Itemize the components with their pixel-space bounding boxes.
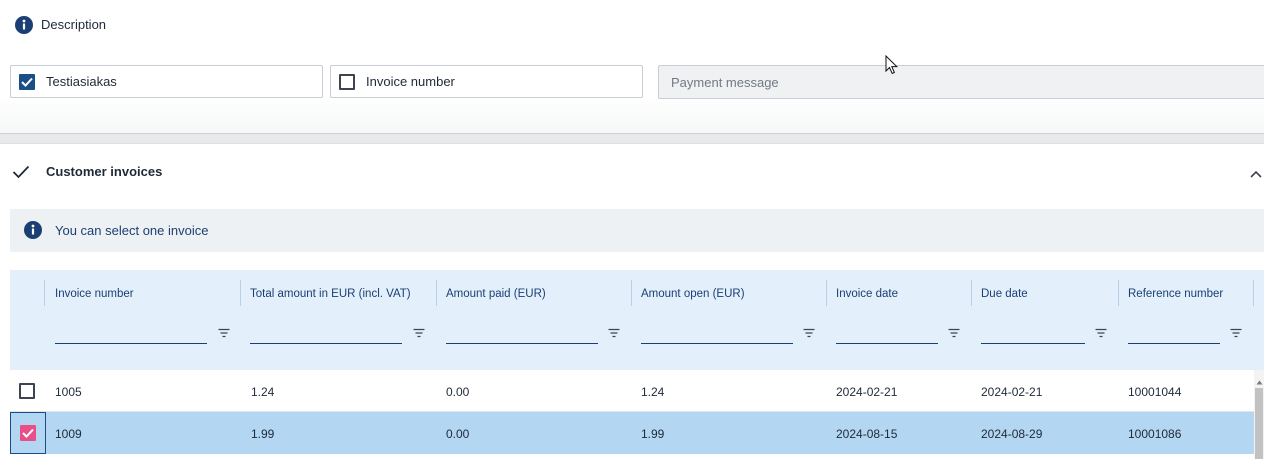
cell-amount-open: 1.24 (641, 385, 665, 399)
cell-invoice-number: 1009 (55, 427, 82, 441)
invoice-number-checkbox[interactable] (339, 74, 355, 90)
invoice-number-column-filter-input[interactable] (55, 343, 207, 344)
cell-total-amount: 1.24 (251, 385, 275, 399)
column-header-invoice-number[interactable]: Invoice number (55, 288, 134, 300)
amount-open-column-filter-input[interactable] (641, 343, 793, 344)
payment-message-placeholder: Payment message (671, 75, 779, 90)
description-title: Description (41, 17, 107, 32)
cell-due-date: 2024-08-29 (981, 427, 1043, 441)
info-icon (15, 16, 33, 34)
column-separator (1118, 280, 1119, 306)
due-date-column-filter-input[interactable] (981, 343, 1085, 344)
column-header-reference-number[interactable]: Reference number (1128, 288, 1223, 300)
column-header-amount-open[interactable]: Amount open (EUR) (641, 288, 745, 300)
payment-message-field[interactable]: Payment message (658, 65, 1264, 99)
row-select-checkbox[interactable] (19, 383, 35, 399)
cell-reference-number: 10001044 (1128, 385, 1182, 399)
total-amount-column-filter-input[interactable] (250, 343, 402, 344)
column-separator (1253, 280, 1254, 306)
cell-invoice-date: 2024-02-21 (836, 385, 898, 399)
invoice-date-column-filter-input[interactable] (836, 343, 938, 344)
table-row[interactable]: 1005 1.24 0.00 1.24 2024-02-21 2024-02-2… (10, 370, 1254, 412)
reference-number-column-filter-input[interactable] (1128, 343, 1220, 344)
column-separator (436, 280, 437, 306)
column-separator (44, 280, 45, 306)
row-select-checkbox[interactable] (10, 412, 46, 454)
scroll-up-arrow-icon[interactable] (1256, 373, 1263, 388)
cell-reference-number: 10001086 (1128, 427, 1182, 441)
customer-filter-label: Testiasiakas (46, 74, 117, 89)
customer-invoices-title: Customer invoices (46, 164, 163, 179)
column-header-amount-paid[interactable]: Amount paid (EUR) (446, 288, 546, 300)
check-icon (12, 165, 30, 182)
mouse-cursor-icon (885, 54, 899, 78)
table-header: Invoice number Total amount in EUR (incl… (10, 270, 1264, 370)
filter-icon[interactable] (803, 326, 815, 341)
column-header-invoice-date[interactable]: Invoice date (836, 288, 898, 300)
column-header-total-amount[interactable]: Total amount in EUR (incl. VAT) (250, 288, 411, 300)
customer-checkbox[interactable] (19, 74, 35, 90)
amount-paid-column-filter-input[interactable] (446, 343, 598, 344)
section-divider (0, 133, 1264, 144)
cell-amount-open: 1.99 (641, 427, 665, 441)
filter-icon[interactable] (948, 326, 960, 341)
scrollbar-thumb[interactable] (1255, 388, 1263, 459)
cell-due-date: 2024-02-21 (981, 385, 1043, 399)
filter-icon[interactable] (1095, 326, 1107, 341)
cell-total-amount: 1.99 (251, 427, 275, 441)
filter-icon[interactable] (608, 326, 620, 341)
cell-amount-paid: 0.00 (446, 427, 470, 441)
column-header-due-date[interactable]: Due date (981, 288, 1028, 300)
invoice-number-filter-label: Invoice number (366, 74, 455, 89)
chevron-up-icon[interactable] (1250, 166, 1262, 181)
column-separator (240, 280, 241, 306)
column-separator (826, 280, 827, 306)
notice-text: You can select one invoice (55, 223, 209, 238)
column-separator (971, 280, 972, 306)
cell-invoice-number: 1005 (55, 385, 82, 399)
invoice-number-filter[interactable]: Invoice number (330, 65, 643, 98)
table-row-selected[interactable]: 1009 1.99 0.00 1.99 2024-08-15 2024-08-2… (10, 412, 1254, 454)
filter-icon[interactable] (1230, 326, 1242, 341)
cell-invoice-date: 2024-08-15 (836, 427, 898, 441)
info-icon (24, 221, 42, 239)
info-notice: You can select one invoice (10, 209, 1264, 252)
cell-amount-paid: 0.00 (446, 385, 470, 399)
filter-icon[interactable] (413, 326, 425, 341)
customer-filter[interactable]: Testiasiakas (10, 65, 323, 98)
filter-icon[interactable] (218, 326, 230, 341)
customer-invoices-header[interactable]: Customer invoices (0, 144, 1264, 200)
description-section: Description Testiasiakas Invoice number … (0, 0, 1264, 134)
column-separator (631, 280, 632, 306)
